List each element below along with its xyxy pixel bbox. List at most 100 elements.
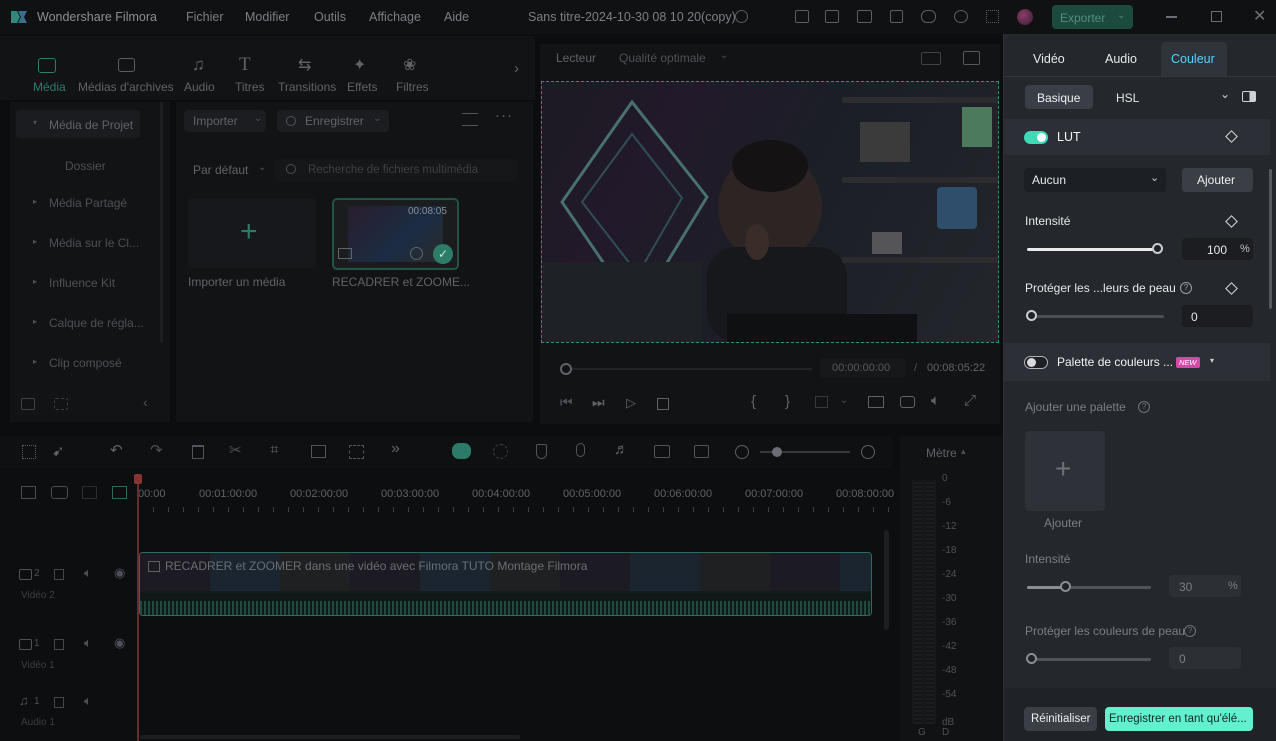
timeline-vertical-scrollbar[interactable] <box>884 530 889 630</box>
lock-icon[interactable] <box>54 697 64 708</box>
tab-video[interactable]: Vidéo <box>1033 52 1065 66</box>
eye-icon[interactable]: ◉ <box>114 635 125 651</box>
lut-add-button[interactable]: Ajouter <box>1182 168 1253 192</box>
save-icon[interactable] <box>890 10 903 23</box>
tab-filters[interactable]: ❀ Filtres <box>396 56 432 96</box>
sidebar-item-adjustment-layer[interactable]: ▸ Calque de régla... <box>16 312 166 334</box>
shield-icon[interactable] <box>536 444 547 459</box>
new-folder-icon[interactable] <box>21 398 35 410</box>
chevron-down-icon[interactable]: ⌄ <box>840 395 848 406</box>
text-box-icon[interactable] <box>311 445 326 458</box>
subtab-basique[interactable]: Basique <box>1025 85 1093 109</box>
palette-toggle[interactable] <box>1024 356 1048 369</box>
menu-modifier[interactable]: Modifier <box>245 10 289 24</box>
video-preview[interactable] <box>541 81 999 343</box>
step-forward-icon[interactable]: ⏭ <box>592 394 605 411</box>
bulb-icon[interactable] <box>825 10 839 23</box>
cloud-upload-icon[interactable] <box>921 10 936 23</box>
protect-skin-slider-knob[interactable] <box>1026 310 1037 321</box>
ai-effects-icon[interactable] <box>493 444 508 459</box>
palette-intensity-input[interactable]: 30 % <box>1169 575 1241 597</box>
sidebar-item-folder[interactable]: Dossier <box>65 159 106 173</box>
import-media-tile[interactable]: + <box>188 198 316 268</box>
filter-icon[interactable] <box>462 113 478 126</box>
tab-couleur[interactable]: Couleur <box>1161 42 1227 76</box>
palette-protect-knob[interactable] <box>1026 653 1037 664</box>
mute-icon[interactable]: 🔈︎ <box>84 565 92 581</box>
add-track-icon[interactable] <box>21 486 36 499</box>
collapse-left-icon[interactable]: ‹ <box>143 394 148 410</box>
sidebar-item-compound-clip[interactable]: ▸ Clip composé <box>16 352 166 374</box>
settings-icon[interactable] <box>410 247 423 260</box>
quality-dropdown[interactable]: Qualité optimale ⌄ <box>612 47 734 69</box>
protect-skin-input[interactable]: 0 <box>1182 305 1253 327</box>
caret-up-icon[interactable]: ▴ <box>961 446 966 457</box>
import-dropdown[interactable]: Importer ⌄ <box>184 110 266 132</box>
sidebar-item-project-media[interactable]: ▾ Média de Projet <box>16 110 140 138</box>
save-as-preset-button[interactable]: Enregistrer en tant qu'élé... <box>1105 707 1253 731</box>
mute-icon[interactable]: 🔈︎ <box>84 635 92 651</box>
split-screen-icon[interactable] <box>694 445 709 458</box>
clip-marker-icon[interactable] <box>815 396 828 408</box>
volume-icon[interactable]: 🔈︎ <box>931 392 940 409</box>
delete-icon[interactable] <box>192 445 204 459</box>
mark-out-icon[interactable]: } <box>785 393 790 410</box>
previous-frame-icon[interactable]: ⏮ <box>560 394 573 411</box>
folder-icon[interactable] <box>54 398 68 410</box>
export-button[interactable]: Exporter ⌄ <box>1052 5 1133 29</box>
stop-icon[interactable] <box>657 398 669 410</box>
meter-label[interactable]: Mètre <box>926 446 957 460</box>
palette-protect-input[interactable]: 0 <box>1169 647 1241 669</box>
timeline-horizontal-scrollbar[interactable] <box>140 735 520 739</box>
media-clip-thumbnail[interactable]: 00:08:05 ✓ <box>332 198 459 270</box>
magnet-icon[interactable] <box>112 486 127 499</box>
playhead-scrubber[interactable] <box>560 363 572 375</box>
maximize-icon[interactable] <box>1211 11 1222 22</box>
mute-icon[interactable]: 🔈︎ <box>84 693 92 709</box>
reset-button[interactable]: Réinitialiser <box>1024 707 1097 731</box>
close-icon[interactable]: ✕ <box>1253 6 1266 26</box>
palette-protect-slider[interactable] <box>1027 658 1151 661</box>
menu-aide[interactable]: Aide <box>444 10 469 24</box>
more-tools-icon[interactable]: » <box>391 440 400 458</box>
screen-record-icon[interactable] <box>654 445 670 458</box>
tab-stock-media[interactable]: Médias d'archives <box>78 56 174 96</box>
timeline-video-clip[interactable]: RECADRER et ZOOMER dans une vidéo avec F… <box>139 552 872 616</box>
undo-icon[interactable]: ↶ <box>110 441 123 459</box>
protect-skin-slider[interactable] <box>1027 315 1164 318</box>
lut-select[interactable]: Aucun ⌄ <box>1024 168 1166 192</box>
ai-assistant-icon[interactable] <box>452 443 471 459</box>
camera-icon[interactable] <box>900 396 915 408</box>
lock-icon[interactable] <box>54 639 64 650</box>
menu-outils[interactable]: Outils <box>314 10 346 24</box>
tab-titles[interactable]: T Titres <box>233 54 269 96</box>
intensity-slider[interactable] <box>1027 248 1158 251</box>
layout-icon[interactable] <box>857 10 872 23</box>
compare-view-icon[interactable] <box>1242 91 1256 102</box>
chevron-down-icon[interactable]: ⌄ <box>1220 87 1230 101</box>
menu-affichage[interactable]: Affichage <box>369 10 421 24</box>
tab-audio[interactable]: Audio <box>1105 52 1137 66</box>
zoom-out-icon[interactable] <box>735 445 749 459</box>
sidebar-scrollbar[interactable] <box>160 102 163 342</box>
snap-icon[interactable] <box>82 486 97 499</box>
playhead-handle[interactable] <box>134 474 142 484</box>
tab-effects[interactable]: ✦ Effets <box>347 56 383 96</box>
tab-media[interactable]: Média <box>28 56 70 96</box>
lut-section-header[interactable]: LUT <box>1004 119 1270 155</box>
keyframe-diamond-icon[interactable] <box>1225 282 1238 295</box>
sidebar-item-cloud-media[interactable]: ▸ Média sur le Cl... <box>16 232 166 254</box>
grid-layout-icon[interactable] <box>921 52 941 65</box>
microphone-icon[interactable] <box>576 443 585 457</box>
current-time-field[interactable]: 00:00:00:00 <box>820 358 906 378</box>
zoom-slider-knob[interactable] <box>772 447 782 457</box>
select-cursor-icon[interactable]: ➹ <box>52 442 65 460</box>
help-icon[interactable]: ? <box>1184 625 1196 637</box>
help-icon[interactable]: ? <box>1138 401 1150 413</box>
mark-in-icon[interactable]: { <box>751 393 756 410</box>
minimize-icon[interactable] <box>1166 16 1177 18</box>
lut-toggle[interactable] <box>1024 131 1048 144</box>
sort-dropdown[interactable]: Par défaut ⌄ <box>184 159 266 181</box>
palette-section-header[interactable]: Palette de couleurs ... NEW ▾ <box>1004 343 1270 381</box>
sidebar-item-shared-media[interactable]: ▸ Média Partagé <box>16 192 166 214</box>
